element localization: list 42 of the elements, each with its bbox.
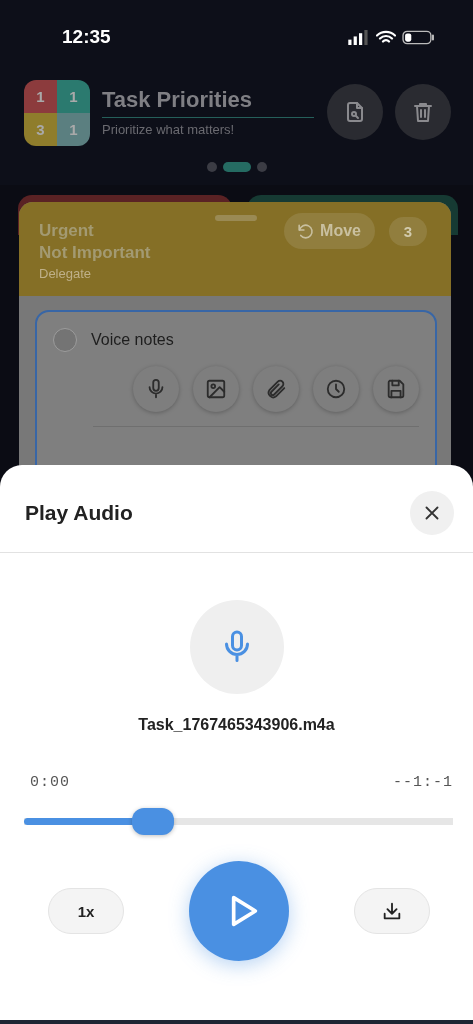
delete-button[interactable] <box>395 84 451 140</box>
logo-cell: 1 <box>24 80 57 113</box>
quadrant-subtitle: Delegate <box>39 265 93 281</box>
signal-icon <box>348 29 370 45</box>
speed-button[interactable]: 1x <box>48 888 124 934</box>
logo-cell: 3 <box>24 113 57 146</box>
task-checkbox[interactable] <box>53 328 77 352</box>
download-button[interactable] <box>354 888 430 934</box>
status-time: 12:35 <box>62 26 111 48</box>
quadrant-title: Urgent <box>39 219 95 242</box>
clock-button[interactable] <box>313 366 359 412</box>
image-button[interactable] <box>193 366 239 412</box>
clock-icon <box>325 378 347 400</box>
save-button[interactable] <box>373 366 419 412</box>
logo-cell: 1 <box>57 80 90 113</box>
logo-cell: 1 <box>57 113 90 146</box>
remaining-time: --1:-1 <box>393 774 453 791</box>
elapsed-time: 0:00 <box>30 774 70 791</box>
close-button[interactable] <box>410 491 454 535</box>
image-icon <box>205 378 227 400</box>
save-icon <box>385 378 407 400</box>
quadrant-title: Not Important <box>39 241 152 264</box>
play-button[interactable] <box>189 861 289 961</box>
file-name: Task_1767465343906.m4a <box>138 716 335 734</box>
app-title: Task Priorities <box>102 87 314 118</box>
page-dot[interactable] <box>206 162 217 172</box>
page-dot[interactable] <box>256 162 267 172</box>
progress-thumb[interactable] <box>131 808 174 835</box>
battery-icon <box>402 29 435 45</box>
drag-handle[interactable] <box>215 215 257 221</box>
search-file-button[interactable] <box>327 84 383 140</box>
microphone-button[interactable] <box>133 366 179 412</box>
task-text: Voice notes <box>91 331 174 349</box>
trash-icon <box>411 100 435 124</box>
undo-icon <box>296 221 316 241</box>
paperclip-button[interactable] <box>253 366 299 412</box>
wifi-icon <box>376 29 396 45</box>
download-icon <box>381 900 403 922</box>
paperclip-icon <box>265 378 287 400</box>
task-count: 3 <box>389 216 427 246</box>
sheet-title: Play Audio <box>25 501 133 525</box>
app-subtitle: Prioritize what matters! <box>102 122 236 137</box>
